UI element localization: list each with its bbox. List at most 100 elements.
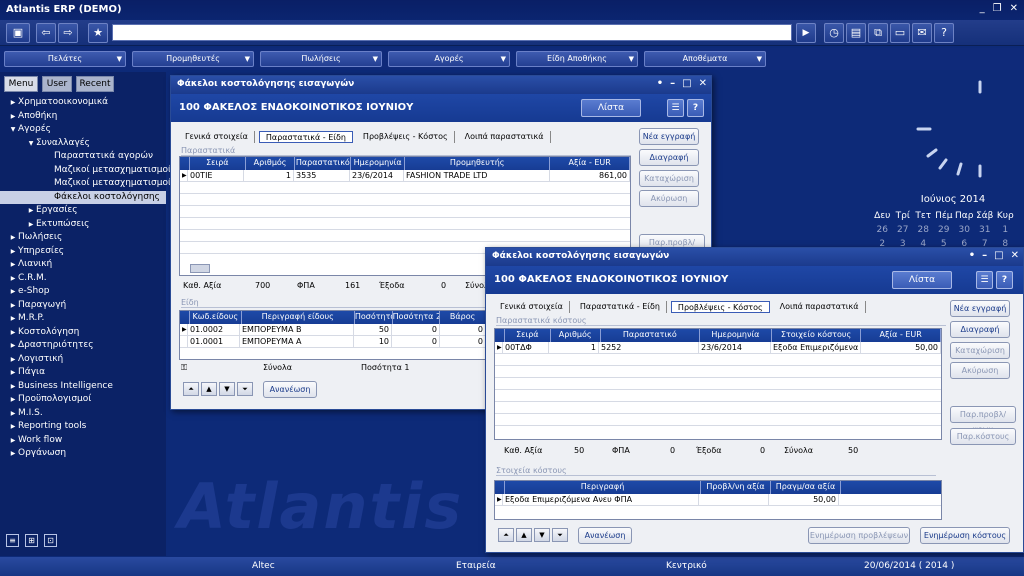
calendar-day[interactable]: 28 (913, 223, 934, 237)
last-record-icon[interactable]: ⏷ (552, 528, 568, 542)
calendar-day[interactable]: 27 (893, 223, 914, 237)
next-record-icon[interactable]: ▼ (534, 528, 550, 542)
list-button[interactable]: Λίστα (892, 271, 952, 289)
tab-other-documents[interactable]: Λοιπά παραστατικά (774, 301, 866, 313)
tab-other-documents[interactable]: Λοιπά παραστατικά (459, 131, 551, 143)
help-icon[interactable]: ? (934, 23, 954, 43)
sidebar-item[interactable]: ▶ Υπηρεσίες (0, 245, 166, 259)
delete-button[interactable]: Διαγραφή (950, 321, 1010, 338)
sidebar-item[interactable]: ▶ Οργάνωση (0, 447, 166, 461)
chevron-right-icon[interactable]: ▶ (8, 96, 18, 109)
calendar-day[interactable]: 1 (995, 223, 1016, 237)
tab-user[interactable]: User (42, 76, 72, 92)
sidebar-item[interactable]: ▼ Συναλλαγές (0, 137, 166, 151)
document-icon[interactable]: ▤ (846, 23, 866, 43)
chevron-right-icon[interactable]: ▶ (8, 393, 18, 406)
tab-menu[interactable]: Menu (4, 76, 38, 92)
previous-record-icon[interactable]: ▲ (201, 382, 217, 396)
calendar-day[interactable]: 26 (872, 223, 893, 237)
chevron-right-icon[interactable]: ▶ (8, 407, 18, 420)
tab-general[interactable]: Γενικά στοιχεία (179, 131, 255, 143)
calendar-day[interactable]: 29 (934, 223, 955, 237)
calendar-day[interactable]: 30 (954, 223, 975, 237)
grid-view-icon[interactable]: ⊡ (44, 534, 57, 547)
delete-button[interactable]: Διαγραφή (639, 149, 699, 166)
chevron-right-icon[interactable]: ▶ (8, 420, 18, 433)
panel-toggle-icon[interactable]: ▣ (6, 23, 30, 43)
first-record-icon[interactable]: ⏶ (183, 382, 199, 396)
tab-forecasts-cost[interactable]: Προβλέψεις - Κόστος (670, 301, 770, 313)
chevron-right-icon[interactable]: ▶ (8, 447, 18, 460)
address-input[interactable] (112, 24, 792, 41)
chevron-right-icon[interactable]: ▶ (26, 204, 36, 217)
sidebar-item[interactable]: ▶ Προϋπολογισμοί (0, 393, 166, 407)
refresh-button[interactable]: Ανανέωση (578, 527, 632, 544)
sidebar-item[interactable]: ▶ Λιανική (0, 258, 166, 272)
sidebar-item[interactable]: ▼ Αγορές (0, 123, 166, 137)
chevron-right-icon[interactable]: ▶ (8, 339, 18, 352)
chevron-right-icon[interactable]: ▶ (8, 285, 18, 298)
menu-purchases[interactable]: Αγορές ▼ (388, 51, 510, 67)
go-icon[interactable]: ▶ (796, 23, 816, 43)
restore-icon[interactable]: ❐ (993, 3, 1002, 14)
tab-documents-items[interactable]: Παραστατικά - Είδη (258, 131, 353, 143)
sidebar-item[interactable]: ▶ Κοστολόγηση (0, 326, 166, 340)
tab-recent[interactable]: Recent (76, 76, 114, 92)
tab-general[interactable]: Γενικά στοιχεία (494, 301, 570, 313)
table-row[interactable]: ▶ 00ΤΔΦ 1 5252 23/6/2014 Εξοδα Επιμεριζό… (495, 342, 941, 354)
pin-icon[interactable]: • (969, 250, 975, 261)
table-row[interactable]: ▶ Εξοδα Επιμεριζόμενα Ανευ ΦΠΑ 50,00 (495, 494, 941, 506)
previous-record-icon[interactable]: ▲ (516, 528, 532, 542)
favorite-star-icon[interactable]: ★ (88, 23, 108, 43)
back-icon[interactable]: ⇦ (36, 23, 56, 43)
sidebar-item[interactable]: ▶ e-Shop (0, 285, 166, 299)
clock-icon[interactable]: ◷ (824, 23, 844, 43)
new-record-button[interactable]: Νέα εγγραφή (639, 128, 699, 145)
pin-icon[interactable]: • (657, 78, 663, 89)
menu-customers[interactable]: Πελάτες ▼ (4, 51, 126, 67)
update-cost-button[interactable]: Ενημέρωση κόστους (920, 527, 1010, 544)
sidebar-item[interactable]: ▶ Εκτυπώσεις (0, 218, 166, 232)
sidebar-item[interactable]: ▶ Δραστηριότητες (0, 339, 166, 353)
maximize-icon[interactable]: □ (682, 78, 691, 89)
chevron-right-icon[interactable]: ▶ (26, 218, 36, 231)
monitor-icon[interactable]: ▭ (890, 23, 910, 43)
save-button[interactable]: Καταχώριση (639, 170, 699, 187)
horizontal-scrollbar[interactable] (190, 264, 210, 273)
tree-expand-icon[interactable]: ≡ (6, 534, 19, 547)
forecasts-param-button[interactable]: Παρ.προβλ/ψεων (950, 406, 1016, 434)
new-record-button[interactable]: Νέα εγγραφή (950, 300, 1010, 317)
chevron-right-icon[interactable]: ▶ (8, 366, 18, 379)
menu-sales[interactable]: Πωλήσεις ▼ (260, 51, 382, 67)
help-icon[interactable]: ? (996, 271, 1013, 289)
update-forecasts-button[interactable]: Ενημέρωση προβλέψεων (808, 527, 910, 544)
sidebar-item[interactable]: ▶ Reporting tools (0, 420, 166, 434)
minimize-icon[interactable]: – (670, 78, 675, 89)
minimize-icon[interactable]: – (982, 250, 987, 261)
refresh-button[interactable]: Ανανέωση (263, 381, 317, 398)
menu-stock[interactable]: Αποθέματα ▼ (644, 51, 766, 67)
minimize-icon[interactable]: _ (980, 3, 985, 14)
chevron-right-icon[interactable]: ▶ (8, 299, 18, 312)
close-icon[interactable]: ✕ (699, 78, 707, 89)
chevron-right-icon[interactable]: ▶ (8, 272, 18, 285)
first-record-icon[interactable]: ⏶ (498, 528, 514, 542)
sidebar-item[interactable]: Μαζικοί μετασχηματισμοί (0, 177, 171, 191)
sidebar-item[interactable]: Παραστατικά αγορών (0, 150, 166, 164)
sidebar-item[interactable]: ▶ Αποθήκη (0, 110, 166, 124)
table-row[interactable]: ▶ 00ΤΙΕ 1 3535 23/6/2014 FASHION TRADE L… (180, 170, 630, 182)
calendar-day[interactable]: 31 (975, 223, 996, 237)
sidebar-item[interactable]: Μαζικοί μετασχηματισμοί (0, 164, 171, 178)
sidebar-item[interactable]: Φάκελοι κοστολόγησης (0, 190, 166, 204)
chevron-right-icon[interactable]: ▶ (8, 231, 18, 244)
options-icon[interactable]: ☰ (667, 99, 684, 117)
chevron-right-icon[interactable]: ▶ (8, 353, 18, 366)
sidebar-item[interactable]: ▶ Work flow (0, 434, 166, 448)
sidebar-item[interactable]: ▶ C.R.M. (0, 272, 166, 286)
chevron-right-icon[interactable]: ▶ (8, 110, 18, 123)
sidebar-item[interactable]: ▶ Πάγια (0, 366, 166, 380)
menu-suppliers[interactable]: Προμηθευτές ▼ (132, 51, 254, 67)
chevron-right-icon[interactable]: ▶ (8, 258, 18, 271)
sidebar-item[interactable]: ▶ Πωλήσεις (0, 231, 166, 245)
mail-icon[interactable]: ✉ (912, 23, 932, 43)
